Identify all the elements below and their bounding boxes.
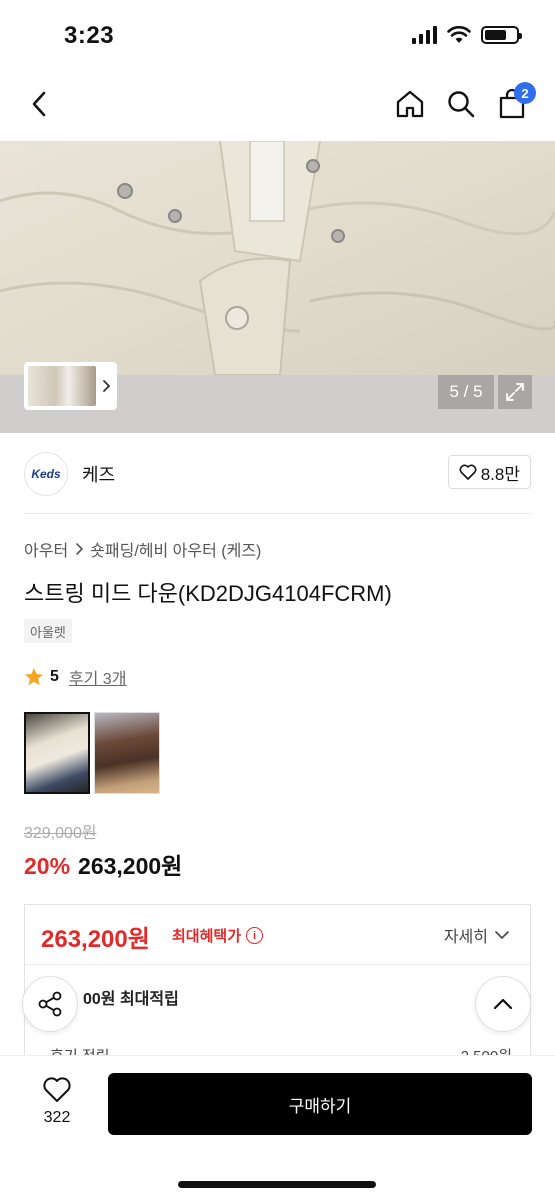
status-time: 3:23 bbox=[64, 22, 115, 49]
back-button[interactable] bbox=[20, 84, 60, 124]
breadcrumb-item-subcategory[interactable]: 숏패딩/헤비 아우터 (케즈) bbox=[90, 537, 261, 561]
chevron-right-icon bbox=[76, 543, 84, 555]
benefit-detail-button[interactable]: 자세히 bbox=[444, 923, 510, 947]
rating-score: 5 bbox=[50, 668, 59, 685]
review-link[interactable]: 후기 3개 bbox=[69, 665, 127, 689]
benefit-detail-label: 자세히 bbox=[443, 929, 488, 946]
home-button[interactable] bbox=[390, 84, 430, 124]
product-image bbox=[0, 141, 555, 375]
cart-button[interactable]: 2 bbox=[492, 82, 536, 124]
cart-count-badge: 2 bbox=[514, 82, 536, 104]
original-price: 329,000원 bbox=[24, 825, 97, 842]
chevron-right-icon bbox=[103, 380, 111, 392]
expand-icon bbox=[506, 383, 524, 401]
breadcrumb: 아우터 숏패딩/헤비 아우터 (케즈) bbox=[24, 537, 261, 561]
wifi-icon bbox=[447, 26, 471, 43]
product-title: 스트링 미드 다운(KD2DJG4104FCRM) bbox=[24, 581, 392, 606]
brand-like-button[interactable]: 8.8만 bbox=[447, 455, 531, 489]
search-icon bbox=[448, 91, 475, 118]
gallery-thumbnail bbox=[28, 366, 96, 406]
brand-name[interactable]: 케즈 bbox=[82, 461, 115, 487]
status-icons bbox=[412, 26, 522, 44]
gallery-thumbnail-strip[interactable] bbox=[24, 362, 117, 410]
buy-button[interactable]: 구매하기 bbox=[108, 1073, 532, 1135]
nav-bar: 2 bbox=[0, 70, 555, 140]
breadcrumb-item-category[interactable]: 아우터 bbox=[24, 537, 68, 561]
benefit-header: 263,200원 최대혜택가 i 자세히 bbox=[25, 905, 530, 965]
benefit-box: 263,200원 최대혜택가 i 자세히 00원 최대적립 · 후기 적립 2,… bbox=[24, 904, 531, 1074]
wishlist-count: 322 bbox=[43, 1109, 71, 1126]
brand-like-count: 8.8만 bbox=[480, 464, 520, 484]
status-bar: 3:23 bbox=[0, 0, 555, 70]
home-icon bbox=[396, 90, 424, 118]
max-benefit-label: 최대혜택가 i bbox=[172, 925, 264, 946]
info-icon[interactable]: i bbox=[246, 927, 264, 944]
signal-icon bbox=[412, 26, 437, 44]
rating-row: 5 후기 3개 bbox=[24, 665, 126, 689]
chevron-left-icon bbox=[32, 91, 46, 117]
share-button[interactable] bbox=[22, 976, 78, 1032]
chevron-up-icon bbox=[493, 998, 513, 1010]
fullscreen-button[interactable] bbox=[498, 375, 532, 409]
star-icon bbox=[25, 668, 43, 686]
share-icon bbox=[38, 991, 62, 1017]
color-option-cream[interactable] bbox=[24, 712, 90, 794]
heart-icon bbox=[459, 464, 477, 480]
heart-icon bbox=[43, 1077, 71, 1102]
gallery-page-indicator: 5 / 5 bbox=[438, 375, 494, 409]
battery-icon bbox=[481, 26, 522, 44]
outlet-tag: 아울렛 bbox=[24, 619, 72, 643]
max-points-label: 00원 최대적립 bbox=[83, 991, 179, 1008]
scroll-top-button[interactable] bbox=[475, 976, 531, 1032]
discount-rate: 20% bbox=[24, 853, 71, 879]
chevron-down-icon bbox=[495, 931, 509, 940]
home-indicator bbox=[178, 1181, 376, 1188]
brand-logo[interactable]: Keds bbox=[24, 452, 68, 496]
bottom-action-bar: 322 구매하기 bbox=[0, 1055, 555, 1200]
color-options bbox=[24, 712, 160, 794]
sale-price: 263,200원 bbox=[78, 853, 183, 879]
search-button[interactable] bbox=[441, 84, 481, 124]
wishlist-button[interactable]: 322 bbox=[30, 1076, 84, 1127]
max-benefit-price: 263,200원 bbox=[41, 926, 150, 953]
product-image-gallery[interactable]: 5 / 5 bbox=[0, 141, 555, 433]
color-option-brown[interactable] bbox=[94, 712, 160, 794]
brand-row[interactable]: Keds 케즈 8.8만 bbox=[24, 450, 531, 498]
divider bbox=[24, 513, 531, 514]
price-row: 20% 263,200원 bbox=[24, 847, 182, 881]
max-benefit-label-text: 최대혜택가 bbox=[172, 928, 242, 945]
